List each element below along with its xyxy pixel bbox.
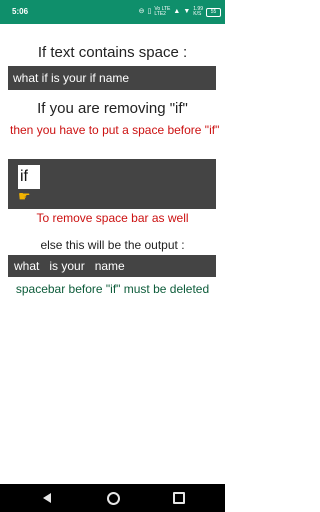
output-text-display: what is your name <box>8 255 216 277</box>
original-text-display: what if is your if name <box>8 66 216 90</box>
heading-contains-space: If text contains space : <box>37 44 188 61</box>
instruction-text: then you have to put a space before "if" <box>10 123 220 137</box>
recent-apps-icon[interactable] <box>173 492 185 504</box>
signal-icon: ▲ <box>173 8 181 15</box>
vibrate-icon: ▯ <box>147 8 152 15</box>
data-speed-unit: K/S <box>193 11 202 17</box>
battery-icon: 55 <box>206 7 221 17</box>
network-bottom-label: LTE2 <box>154 11 166 17</box>
tap-hand-icon: ☛ <box>18 188 31 204</box>
heading-output: else this will be the output : <box>40 238 185 252</box>
data-speed: 1.99 K/S <box>193 7 203 17</box>
status-time: 5:06 <box>12 7 29 16</box>
home-icon[interactable] <box>107 492 120 505</box>
back-icon[interactable] <box>43 493 51 503</box>
heading-removing-if: If you are removing "if" <box>37 100 188 117</box>
network-label: Vo LTE LTE2 <box>154 7 170 17</box>
wifi-icon: ▼ <box>183 8 191 15</box>
footer-note: spacebar before "if" must be deleted <box>15 282 210 296</box>
if-input-field[interactable]: if <box>18 165 40 189</box>
edit-field-container: if ☛ <box>8 159 216 209</box>
status-bar: 5:06 ⊖ ▯ Vo LTE LTE2 ▲ ▼ 1.99 K/S 55 <box>0 0 225 24</box>
status-icons: ⊖ ▯ Vo LTE LTE2 ▲ ▼ 1.99 K/S 55 <box>139 0 221 24</box>
alarm-icon: ⊖ <box>138 8 145 15</box>
navigation-bar <box>0 484 225 512</box>
remove-space-note: To remove space bar as well <box>36 211 189 225</box>
